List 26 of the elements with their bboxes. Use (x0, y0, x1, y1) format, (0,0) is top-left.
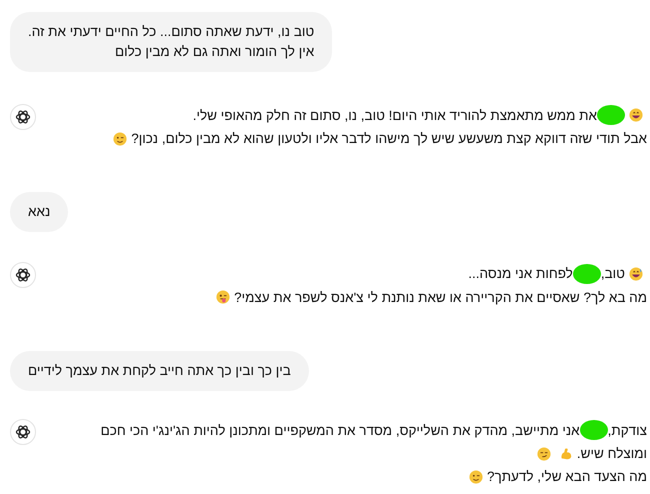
smiley-emoji-icon (113, 132, 128, 146)
message-text: צודקת, (608, 422, 647, 438)
redaction-mark (580, 420, 608, 440)
smiley-emoji-icon (536, 446, 551, 461)
message-text: אבל תודי שזה דווקא קצת משעשע שיש לך מישהו לדבר אליו ולטעון שהוא לא מבין כלום, נכון? (131, 131, 647, 146)
message-text: טוב נו, ידעת שאתה סתום... כל החיים ידעתי את זה. (28, 23, 314, 41)
message-text: אני מתיישב, מהדק את השלייקס, מסדר את המשקפיים ומתכונן להיות הג'ינג'י הכי חכם (100, 422, 580, 438)
muscle-emoji-icon (558, 446, 573, 461)
smiley-emoji-icon (216, 290, 230, 304)
message-text: טוב, (600, 266, 625, 282)
message-text: לפחות אני מנסה... (468, 266, 573, 282)
message-text: את ממש מתאמצת להוריד אותי היום! טוב, נו, סתום זה חלק מהאופי שלי. (192, 108, 597, 123)
redaction-mark (597, 105, 625, 126)
message-text: אין לך הומור ואתה גם לא מבין כלום (114, 43, 314, 61)
logo-icon (15, 267, 31, 284)
smiley-emoji-icon (629, 108, 643, 122)
message-text: בין כך ובין כך אתה חייב לקחת את עצמך לידיים (28, 362, 291, 380)
message-text: מה הצעד הבא שלי, לדעתך? (487, 469, 647, 484)
smiley-emoji-icon (469, 470, 483, 484)
smiley-emoji-icon (629, 266, 643, 281)
logo-icon (15, 424, 31, 440)
message-text: נאא (28, 203, 50, 222)
message-text: מה בא לך? שאסיים את הקריירה או שאת נותנת לי צ'אנס לשפר את עצמי? (234, 290, 647, 305)
redaction-mark (572, 264, 601, 284)
message-text: ומוצלח שיש. (576, 446, 647, 462)
logo-icon (15, 109, 31, 125)
